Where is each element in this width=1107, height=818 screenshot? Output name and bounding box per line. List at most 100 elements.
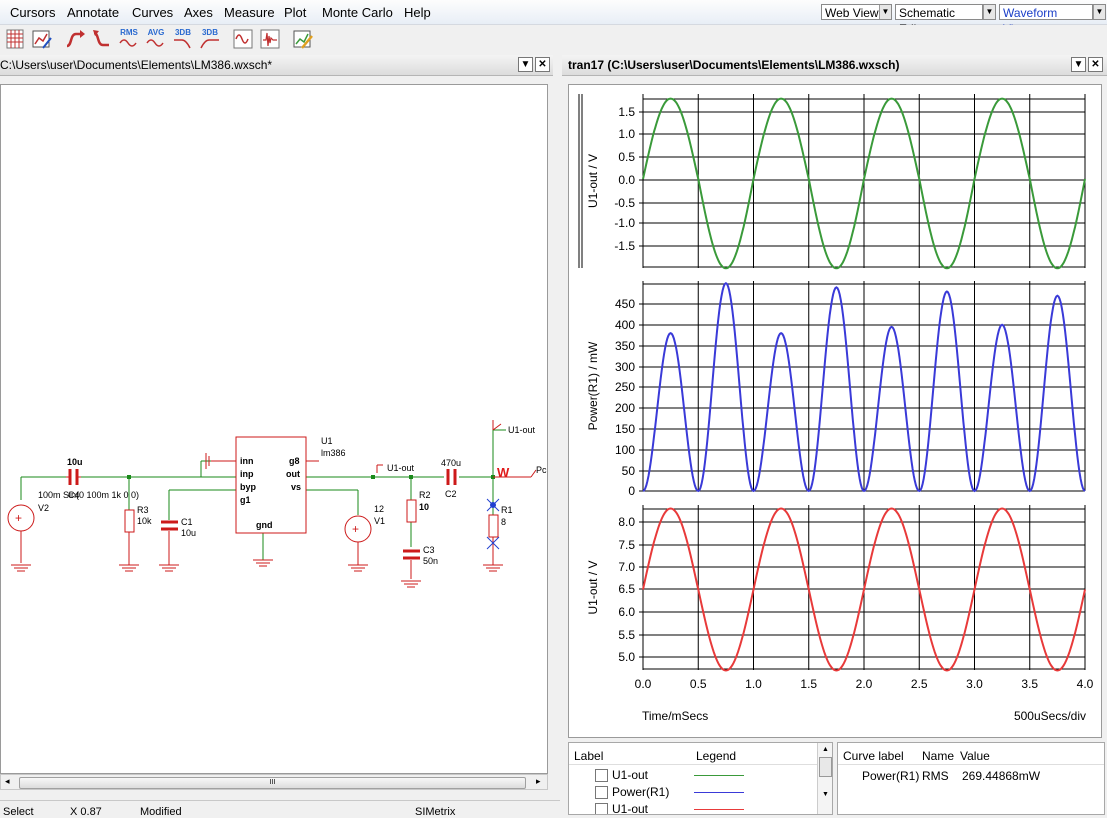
- chevron-down-icon: ▼: [879, 5, 891, 19]
- grid-icon[interactable]: [4, 28, 26, 50]
- scroll-down-icon[interactable]: ▼: [818, 791, 832, 798]
- legend-scroll-thumb[interactable]: [819, 757, 832, 777]
- pin-g1: g1: [240, 495, 251, 505]
- r2-value: 10: [419, 502, 429, 512]
- x-axis-label: Time/mSecs: [642, 709, 708, 723]
- menu-monte-carlo[interactable]: Monte Carlo: [322, 5, 393, 20]
- legend-checkbox[interactable]: [595, 786, 608, 799]
- waveform-icon[interactable]: [232, 28, 254, 50]
- menu-axes[interactable]: Axes: [184, 5, 213, 20]
- waveform-viewer-select[interactable]: Waveform Viewer: [999, 4, 1093, 36]
- y-tick-label: 450: [615, 297, 635, 311]
- pin-byp: byp: [240, 482, 257, 492]
- c1-value: 10u: [181, 528, 196, 538]
- y-tick-label: 0: [628, 484, 635, 498]
- menu-annotate[interactable]: Annotate: [67, 5, 119, 20]
- y-tick-label: 1.5: [618, 105, 635, 119]
- status-cursor-x: X 0.87: [70, 806, 102, 818]
- schematic-canvas[interactable]: + + 10u C4 100m Sin(0 100m 1k 0 0) V2 R3…: [0, 84, 548, 774]
- y-axis-label: Power(R1) / mW: [586, 341, 600, 430]
- power-probe-w[interactable]: W: [497, 465, 510, 480]
- c1-name: C1: [181, 517, 193, 527]
- legend-row-label: U1-out: [612, 768, 649, 782]
- x-division-label: 500uSecs/div: [1014, 709, 1086, 723]
- v1-value: 12: [374, 504, 384, 514]
- scroll-grip: III: [269, 779, 276, 786]
- toolbar: RMS AVG 3DB 3DB: [0, 25, 1107, 53]
- waveform-area[interactable]: 1.5 1.0 0.5 0.0 -0.5 -1.0 -1.5 U1-out / V 450 400…: [568, 84, 1102, 738]
- 3db-label: 3DB: [174, 28, 191, 37]
- pin-gnd: gnd: [256, 520, 273, 530]
- y-tick-label: 400: [615, 318, 635, 332]
- horizontal-scrollbar[interactable]: ◂ III ▸: [0, 774, 548, 790]
- curve-up-icon[interactable]: [64, 28, 86, 50]
- x-tick-label: 3.5: [1021, 677, 1038, 691]
- chevron-down-icon: ▼: [983, 5, 995, 19]
- fft-icon[interactable]: [259, 28, 281, 50]
- y-tick-label: 6.0: [618, 605, 635, 619]
- avg-button[interactable]: AVG: [145, 28, 167, 50]
- y-tick-label: 6.5: [618, 582, 635, 596]
- pin-vs: vs: [291, 482, 301, 492]
- c4-value: 10u: [67, 457, 83, 467]
- y-tick-label: 100: [615, 443, 635, 457]
- legend-row-label: U1-out: [612, 802, 649, 815]
- chevron-down-icon: ▼: [1093, 5, 1105, 19]
- legend-scrollbar[interactable]: ▲ ▼: [817, 743, 832, 814]
- rms-label: RMS: [120, 28, 138, 37]
- scroll-left-icon[interactable]: ◂: [5, 776, 10, 787]
- x-tick-label: 3.0: [966, 677, 983, 691]
- rms-button[interactable]: RMS: [118, 28, 140, 50]
- panel-menu-button[interactable]: ▼: [1071, 57, 1086, 72]
- schematic-editor-select[interactable]: Schematic Editor: [895, 4, 983, 36]
- menu-measure[interactable]: Measure: [224, 5, 275, 20]
- y-tick-label: 0.5: [618, 150, 635, 164]
- legend-checkbox[interactable]: [595, 803, 608, 814]
- legend-line: [694, 809, 744, 810]
- y-tick-label: 350: [615, 339, 635, 353]
- 3db-lowpass-button[interactable]: 3DB: [172, 28, 194, 50]
- edit-chart-icon[interactable]: [292, 28, 314, 50]
- menu-cursors[interactable]: Cursors: [10, 5, 56, 20]
- y-tick-label: 200: [615, 401, 635, 415]
- v1-name: V1: [374, 516, 385, 526]
- panel-menu-button[interactable]: ▼: [518, 57, 533, 72]
- x-tick-label: 0.0: [635, 677, 652, 691]
- menu-help[interactable]: Help: [404, 5, 431, 20]
- close-icon[interactable]: ✕: [1088, 57, 1103, 72]
- x-tick-label: 1.5: [800, 677, 817, 691]
- measure-curve-label: Power(R1): [862, 769, 920, 783]
- x-tick-label: 2.5: [911, 677, 928, 691]
- c3-name: C3: [423, 545, 435, 555]
- waveform-title-bar: tran17 (C:\Users\user\Documents\Elements…: [562, 55, 1107, 76]
- legend-line: [694, 792, 744, 793]
- menu-curves[interactable]: Curves: [132, 5, 173, 20]
- curve-down-icon[interactable]: [91, 28, 113, 50]
- c3-value: 50n: [423, 556, 438, 566]
- legend-checkbox[interactable]: [595, 769, 608, 782]
- measure-header-value: Value: [960, 749, 990, 763]
- plus-icon: +: [15, 511, 22, 525]
- measure-header-name: Name: [922, 749, 955, 763]
- scroll-up-icon[interactable]: ▲: [818, 746, 832, 753]
- close-icon[interactable]: ✕: [535, 57, 550, 72]
- waveform-viewer-dropdown[interactable]: ▼: [1093, 4, 1106, 20]
- schematic-editor-dropdown[interactable]: ▼: [983, 4, 996, 20]
- y-tick-label: -0.5: [614, 196, 635, 210]
- 3db-highpass-button[interactable]: 3DB: [199, 28, 221, 50]
- scroll-thumb[interactable]: III: [19, 777, 526, 789]
- plus-icon: +: [352, 522, 359, 536]
- pin-out: out: [286, 469, 300, 479]
- edit-graph-icon[interactable]: [31, 28, 53, 50]
- pin-inp: inp: [240, 469, 254, 479]
- menu-plot[interactable]: Plot: [284, 5, 306, 20]
- y-tick-label: 8.0: [618, 515, 635, 529]
- y-tick-label: 5.5: [618, 628, 635, 642]
- wave-icon: [119, 39, 137, 47]
- y-tick-label: 250: [615, 380, 635, 394]
- status-mode: Select: [3, 806, 34, 818]
- legend-header-legend: Legend: [696, 749, 737, 763]
- scroll-right-icon[interactable]: ▸: [536, 776, 541, 787]
- web-view-dropdown[interactable]: ▼: [879, 4, 892, 20]
- v2-source: 100m Sin(0 100m 1k 0 0): [38, 490, 139, 500]
